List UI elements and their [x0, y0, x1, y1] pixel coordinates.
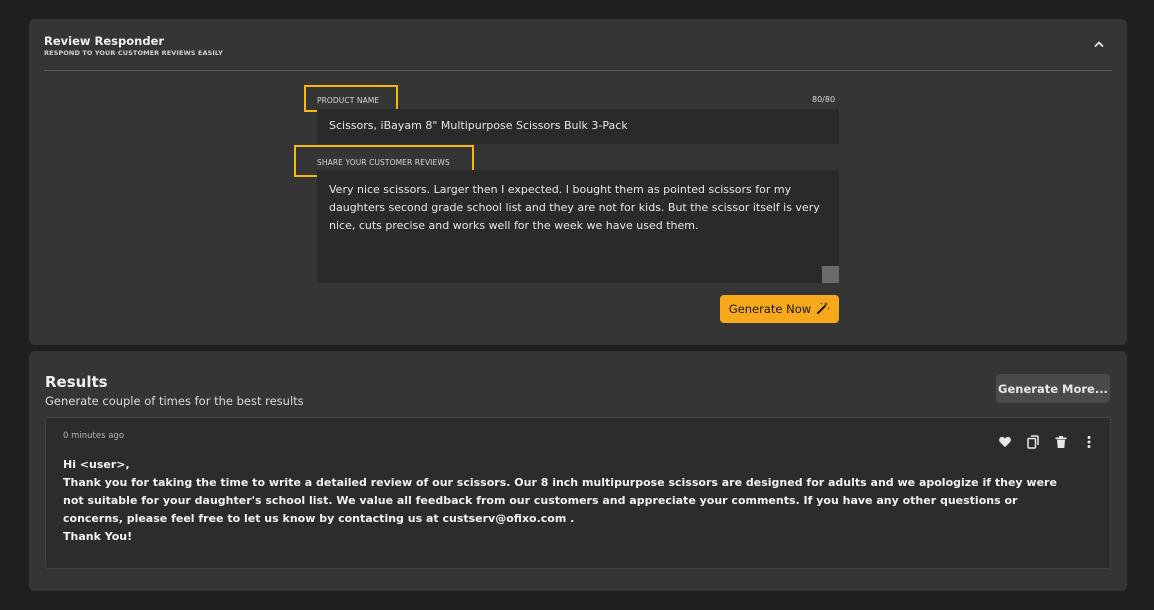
customer-review-textarea[interactable]: Very nice scissors. Larger then I expect…	[317, 170, 839, 283]
result-greeting: Hi <user>,	[63, 458, 130, 471]
panel-subtitle: RESPOND TO YOUR CUSTOMER REVIEWS EASILY	[44, 49, 223, 57]
result-body: Thank you for taking the time to write a…	[63, 476, 1057, 525]
review-responder-panel: Review Responder RESPOND TO YOUR CUSTOME…	[29, 19, 1127, 345]
magic-wand-icon	[816, 301, 830, 318]
header-divider	[44, 70, 1112, 71]
result-timestamp: 0 minutes ago	[63, 431, 125, 441]
chevron-up-icon[interactable]	[1091, 36, 1107, 52]
product-name-label: PRODUCT NAME	[317, 96, 380, 105]
copy-icon[interactable]	[1026, 434, 1040, 449]
product-name-input[interactable]: Scissors, iBayam 8" Multipurpose Scissor…	[317, 109, 839, 144]
result-signoff: Thank You!	[63, 530, 133, 543]
results-title: Results	[45, 373, 108, 391]
product-char-counter: 80/80	[812, 95, 836, 104]
customer-reviews-label: SHARE YOUR CUSTOMER REVIEWS	[317, 158, 450, 167]
generate-now-label: Generate Now	[728, 302, 812, 316]
heart-icon[interactable]	[998, 434, 1012, 448]
result-text: Hi <user>, Thank you for taking the time…	[63, 456, 1073, 546]
result-actions	[998, 434, 1096, 449]
trash-icon[interactable]	[1054, 434, 1068, 448]
generate-more-button[interactable]: Generate More...	[996, 374, 1110, 403]
panel-title: Review Responder	[44, 34, 165, 48]
results-subtitle: Generate couple of times for the best re…	[45, 394, 304, 408]
resize-handle[interactable]	[822, 266, 839, 283]
customer-review-text: Very nice scissors. Larger then I expect…	[329, 183, 820, 232]
generate-now-button[interactable]: Generate Now	[720, 295, 839, 323]
results-panel: Results Generate couple of times for the…	[29, 351, 1127, 591]
result-card: 0 minutes ago Hi <user>, Thank you for t…	[45, 417, 1111, 569]
more-vertical-icon[interactable]	[1082, 434, 1096, 448]
